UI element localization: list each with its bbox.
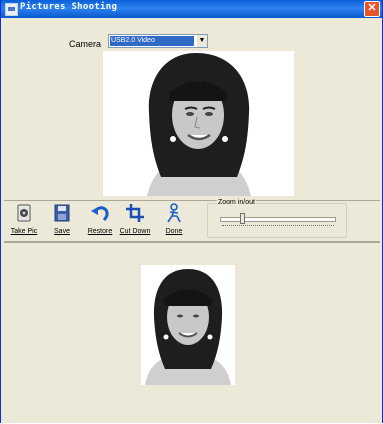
restore-button[interactable]: Restore bbox=[86, 203, 114, 239]
camera-icon bbox=[17, 204, 31, 222]
save-button[interactable]: Save bbox=[48, 203, 76, 239]
camera-dropdown[interactable]: USB2.0 Video ▼ bbox=[108, 34, 208, 48]
window-title: Pictures Shooting bbox=[20, 2, 118, 12]
undo-arrow-icon bbox=[91, 206, 109, 222]
portrait-image bbox=[103, 51, 294, 196]
cropped-portrait-image bbox=[141, 265, 235, 385]
camera-label: Camera bbox=[69, 39, 102, 49]
zoom-slider-thumb[interactable] bbox=[239, 213, 245, 224]
zoom-slider-track[interactable] bbox=[220, 217, 336, 222]
take-pic-button[interactable]: Take Pic bbox=[10, 203, 38, 239]
done-button[interactable]: Done bbox=[160, 203, 188, 239]
cut-down-button[interactable]: Cut Down bbox=[118, 203, 152, 239]
camera-selected-value: USB2.0 Video bbox=[110, 36, 194, 46]
zoom-slider-ticks bbox=[222, 225, 334, 229]
toolbar: Take Pic Save Restore Cut Down Done Zoom… bbox=[4, 199, 380, 242]
restore-label: Restore bbox=[87, 228, 113, 235]
figure-icon bbox=[167, 203, 181, 223]
close-button[interactable]: ✕ bbox=[364, 1, 380, 17]
crop-icon bbox=[126, 204, 144, 222]
zoom-label: Zoom in/out bbox=[217, 199, 256, 206]
title-bar[interactable]: Pictures Shooting ✕ bbox=[1, 0, 382, 18]
app-icon bbox=[5, 3, 18, 16]
chevron-down-icon[interactable]: ▼ bbox=[196, 35, 207, 47]
cut-down-label: Cut Down bbox=[119, 228, 151, 235]
camera-preview bbox=[103, 51, 294, 196]
pictures-shooting-window: Pictures Shooting ✕ Camera USB2.0 Video … bbox=[0, 0, 383, 423]
result-pane bbox=[4, 242, 380, 424]
floppy-disk-icon bbox=[54, 204, 70, 222]
save-label: Save bbox=[54, 228, 70, 235]
take-pic-label: Take Pic bbox=[10, 228, 38, 235]
zoom-group: Zoom in/out bbox=[207, 199, 347, 238]
cropped-photo bbox=[141, 265, 235, 385]
done-label: Done bbox=[165, 228, 183, 235]
